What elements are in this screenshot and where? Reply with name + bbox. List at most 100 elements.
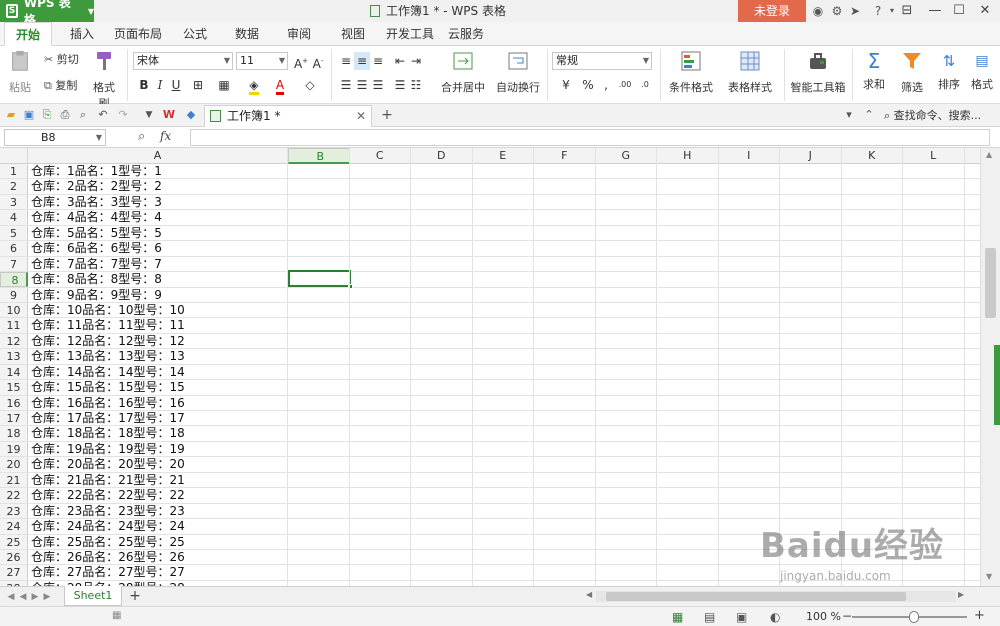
document-tab[interactable]: 工作簿1 * ✕ [204,105,372,127]
column-header-k[interactable]: K [842,148,903,164]
align-middle-icon[interactable]: ≡ [354,52,370,70]
eye-protection-icon[interactable]: ◐ [770,610,784,624]
row-header[interactable]: 22 [0,488,28,503]
decrease-decimal-icon[interactable]: .0 [636,76,654,94]
column-header-h[interactable]: H [657,148,719,164]
zoom-slider-knob[interactable] [909,611,919,623]
cell-a[interactable]: 仓库：17品名：17型号：17 [31,411,185,425]
sum-button[interactable]: Σ 求和 [856,50,892,92]
name-box[interactable]: B8 ▼ [4,129,106,146]
side-panel-toggle[interactable] [994,345,1000,425]
row-header[interactable]: 8 [0,272,28,287]
indent-decrease-icon[interactable]: ⇤ [392,52,408,70]
row-header[interactable]: 10 [0,302,28,318]
add-sheet-button[interactable]: + [128,587,142,605]
cell-a[interactable]: 仓库：23品名：23型号：23 [31,504,185,518]
font-size-select[interactable]: 11 ▼ [236,52,288,70]
vertical-scroll-thumb[interactable] [985,248,996,318]
macro-icon[interactable]: ▦ [112,610,126,624]
zoom-level[interactable]: 100 % [806,607,841,626]
new-tab-icon[interactable]: + [380,108,394,122]
open-folder-icon[interactable]: ▰ [4,108,18,122]
cell-a[interactable]: 仓库：8品名：8型号：8 [31,272,162,286]
cell-a[interactable]: 仓库：7品名：7型号：7 [31,257,162,271]
comment-icon[interactable]: ▾ [842,108,856,122]
cell-a[interactable]: 仓库：13品名：13型号：13 [31,349,185,363]
decrease-font-icon[interactable]: A- [310,52,326,71]
underline-icon[interactable]: U [168,76,184,94]
row-header[interactable]: 24 [0,519,28,534]
scroll-up-icon[interactable]: ▲ [986,150,992,159]
cell-a[interactable]: 仓库：26品名：26型号：26 [31,550,185,564]
cell-a[interactable]: 仓库：3品名：3型号：3 [31,195,162,209]
increase-decimal-icon[interactable]: .00 [616,76,634,94]
cell-a[interactable]: 仓库：2品名：2型号：2 [31,179,162,193]
column-header-b[interactable]: B [288,148,350,164]
border-icon[interactable]: ⊞ [190,76,206,94]
row-header[interactable]: 16 [0,395,28,410]
chevron-down-icon[interactable]: ▼ [142,108,156,122]
row-header[interactable]: 18 [0,426,28,441]
tab-review[interactable]: 审阅 [280,22,318,46]
scroll-down-icon[interactable]: ▼ [986,572,992,581]
tab-cloud[interactable]: 云服务 [444,22,488,46]
zoom-formula-icon[interactable]: ⌕ [138,129,145,144]
wps-home-icon[interactable]: W [162,108,176,122]
select-all-corner[interactable] [0,148,28,164]
align-top-icon[interactable]: ≡ [338,52,354,70]
page-break-view-icon[interactable]: ▤ [704,610,718,624]
align-left-icon[interactable]: ☰ [338,76,354,94]
minimize-button[interactable]: — [922,0,948,22]
tab-developer[interactable]: 开发工具 [384,22,436,46]
scroll-left-icon[interactable]: ◀ [586,590,592,599]
function-icon[interactable]: fx [160,129,171,143]
cell-a[interactable]: 仓库：9品名：9型号：9 [31,288,162,302]
cell-a[interactable]: 仓库：11品名：11型号：11 [31,318,185,332]
font-name-select[interactable]: 宋体 ▼ [133,52,233,70]
tab-data[interactable]: 数据 [228,22,266,46]
cell-a[interactable]: 仓库：20品名：20型号：20 [31,457,185,471]
row-header[interactable]: 5 [0,225,28,241]
cell-a[interactable]: 仓库：18品名：18型号：18 [31,426,185,440]
cell-a[interactable]: 仓库：12品名：12型号：12 [31,334,185,348]
indent-increase-icon[interactable]: ⇥ [408,52,424,70]
reading-layout-icon[interactable]: ▣ [736,610,750,624]
align-bottom-icon[interactable]: ≡ [370,52,386,70]
row-header[interactable]: 27 [0,565,28,580]
cell-a[interactable]: 仓库：24品名：24型号：24 [31,519,185,533]
login-button[interactable]: 未登录 [738,0,806,22]
number-format-select[interactable]: 常规 ▼ [552,52,652,70]
export-icon[interactable]: ⎘ [40,108,54,122]
table-style-button[interactable]: 表格样式 [722,50,778,95]
cell-a[interactable]: 仓库：21品名：21型号：21 [31,473,185,487]
percent-icon[interactable]: % [580,76,596,94]
row-header[interactable]: 23 [0,503,28,519]
column-header-g[interactable]: G [596,148,657,164]
row-header[interactable]: 26 [0,549,28,565]
column-header-i[interactable]: I [719,148,780,164]
cell-a[interactable]: 仓库：6品名：6型号：6 [31,241,162,255]
filter-button[interactable]: 筛选 [894,50,930,95]
cell-a[interactable]: 仓库：14品名：14型号：14 [31,365,185,379]
normal-view-icon[interactable]: ▦ [672,610,686,624]
conditional-format-button[interactable]: 条件格式 [664,50,718,95]
prev-sheet-icon[interactable]: ◀ [18,590,28,604]
row-header[interactable]: 4 [0,210,28,225]
row-header[interactable]: 6 [0,241,28,256]
smart-toolbox-button[interactable]: 智能工具箱 [790,50,846,95]
row-header[interactable]: 3 [0,194,28,210]
distributed-align-icon[interactable]: ☷ [408,76,424,94]
tab-insert[interactable]: 插入 [62,22,102,46]
row-header[interactable]: 12 [0,333,28,349]
thousands-separator-icon[interactable]: , [598,76,614,94]
undo-icon[interactable]: ↶ [96,108,110,122]
cell-a[interactable]: 仓库：27品名：27型号：27 [31,565,185,579]
redo-icon[interactable]: ↷ [116,108,130,122]
cell-a[interactable]: 仓库：15品名：15型号：15 [31,380,185,394]
copy-button[interactable]: ⧉ 复制 [44,77,77,93]
currency-icon[interactable]: ¥ [556,76,576,94]
row-header[interactable]: 17 [0,411,28,426]
close-button[interactable]: ✕ [972,0,998,22]
increase-font-icon[interactable]: A+ [293,52,309,71]
tab-start[interactable]: 开始 [4,22,52,46]
